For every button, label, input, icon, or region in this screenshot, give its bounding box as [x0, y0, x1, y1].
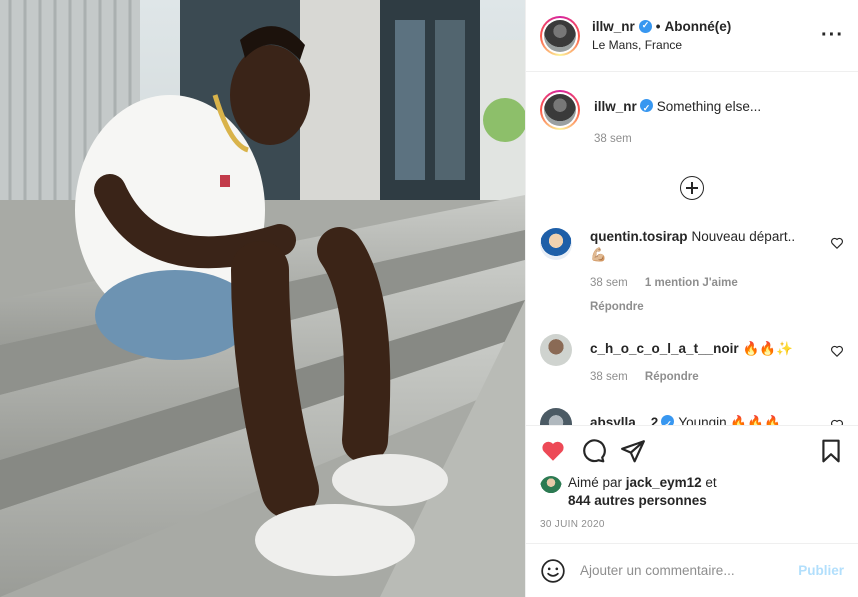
load-more-comments: [540, 176, 844, 200]
separator-dot: •: [655, 19, 661, 34]
comment-avatar[interactable]: [540, 228, 572, 260]
heart-outline-icon[interactable]: [830, 236, 844, 250]
post-photo[interactable]: [0, 0, 525, 597]
verified-badge-icon: [639, 99, 653, 117]
emoji-icon[interactable]: [540, 558, 566, 584]
comment-input[interactable]: [580, 563, 799, 578]
likes-prefix: Aimé par: [568, 475, 623, 490]
comment-username[interactable]: c_h_o_c_o_l_a_t__noir: [590, 341, 739, 356]
comment-item: absylla__2 Youngin 🔥🔥🔥: [540, 408, 844, 425]
caption-avatar[interactable]: [540, 90, 580, 130]
post-actions: Aimé par jack_eym12 et 844 autres person…: [526, 425, 858, 543]
comment-text: 🔥🔥✨: [742, 341, 794, 356]
heart-outline-icon[interactable]: [830, 344, 844, 358]
add-comment-bar: Publier: [526, 543, 858, 597]
heart-filled-icon[interactable]: [540, 438, 566, 464]
post-photo-illustration: [0, 0, 525, 597]
instagram-post: illw_nr • Abonné(e) Le Mans, France ··· …: [0, 0, 858, 597]
caption-text: Something else...: [656, 99, 762, 114]
caption-username[interactable]: illw_nr: [594, 99, 637, 114]
comment-likes[interactable]: 1 mention J'aime: [645, 277, 738, 289]
author-avatar[interactable]: [540, 15, 580, 56]
verified-badge-icon: [661, 415, 675, 425]
caption-time: 38 sem: [594, 133, 632, 145]
comment-text: Nouveau départ..: [691, 229, 796, 244]
likes-others[interactable]: 844 autres personnes: [568, 493, 707, 508]
comment-avatar[interactable]: [540, 408, 572, 425]
post-date[interactable]: 30 JUIN 2020: [540, 519, 844, 530]
comment-text: Youngin 🔥🔥🔥: [678, 415, 781, 425]
comment-item: c_h_o_c_o_l_a_t__noir 🔥🔥✨ 38 sem Répondre: [540, 334, 844, 386]
plus-circle-icon[interactable]: [680, 176, 704, 200]
reply-button[interactable]: Répondre: [645, 371, 699, 383]
likes-and: et: [705, 475, 717, 490]
publish-button[interactable]: Publier: [798, 563, 844, 578]
ellipsis-icon[interactable]: ···: [821, 24, 844, 47]
comment-avatar[interactable]: [540, 334, 572, 366]
comments-list: illw_nr Something else... 38 sem quentin.…: [526, 72, 858, 425]
comment-time: 38 sem: [590, 277, 628, 289]
post-location[interactable]: Le Mans, France: [592, 38, 821, 52]
author-info: illw_nr • Abonné(e) Le Mans, France: [592, 19, 821, 52]
comment-item: quentin.tosirap Nouveau départ.. 💪🏼 38 se…: [540, 228, 844, 316]
liker-username[interactable]: jack_eym12: [626, 475, 702, 490]
comment-time: 38 sem: [590, 371, 628, 383]
liker-avatar[interactable]: [540, 476, 562, 498]
heart-outline-icon[interactable]: [830, 418, 844, 425]
author-username[interactable]: illw_nr: [592, 19, 635, 34]
likes-summary: Aimé par jack_eym12 et 844 autres person…: [540, 474, 844, 510]
comment-username[interactable]: quentin.tosirap: [590, 229, 688, 244]
paper-plane-icon[interactable]: [620, 438, 646, 464]
comment-username[interactable]: absylla__2: [590, 415, 658, 425]
follow-status[interactable]: Abonné(e): [665, 19, 732, 34]
verified-badge-icon: [638, 20, 652, 33]
reply-button[interactable]: Répondre: [590, 298, 818, 316]
post-header: illw_nr • Abonné(e) Le Mans, France ···: [526, 0, 858, 72]
comment-emoji: 💪🏼: [590, 247, 607, 262]
caption: illw_nr Something else... 38 sem: [540, 90, 844, 148]
comment-icon[interactable]: [580, 438, 606, 464]
bookmark-icon[interactable]: [818, 438, 844, 464]
post-sidebar: illw_nr • Abonné(e) Le Mans, France ··· …: [525, 0, 858, 597]
